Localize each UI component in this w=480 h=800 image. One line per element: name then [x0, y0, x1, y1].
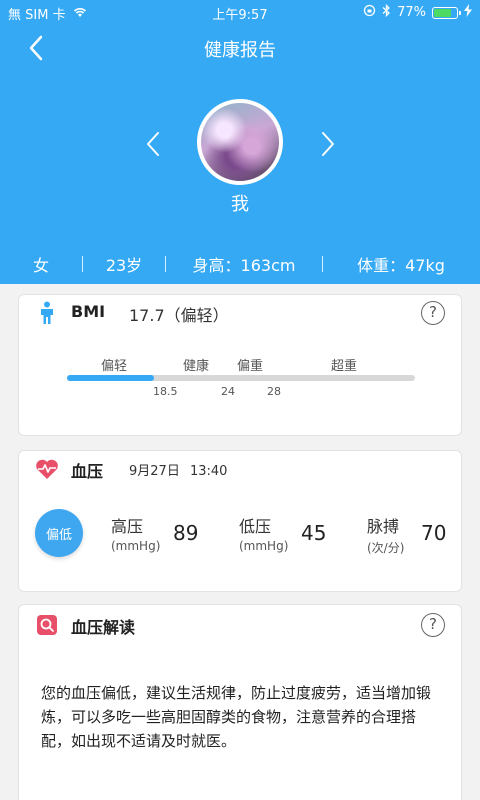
avatar[interactable]	[197, 99, 283, 185]
gender-stat: 女	[32, 256, 49, 275]
bmi-category: 超重	[331, 359, 358, 374]
diastolic-metric: 低压 (mmHg) 45	[239, 513, 326, 553]
user-stats: 女 23岁 身高：163cm 体重：47kg	[0, 247, 480, 281]
bmi-category: 偏轻	[101, 359, 128, 374]
systolic-label: 高压	[111, 517, 144, 536]
diastolic-value: 45	[301, 521, 327, 545]
next-member-button[interactable]	[313, 124, 343, 164]
person-icon	[35, 301, 59, 325]
bmi-value: 17.7（偏轻）	[129, 306, 229, 325]
weight-stat: 体重：47kg	[357, 256, 445, 275]
bp-time: 13:40	[189, 464, 228, 479]
pulse-unit: (次/分)	[367, 541, 405, 555]
interpretation-card: 血压解读 ? 您的血压偏低，建议生活规律，防止过度疲劳，适当增加锻炼，可以多吃一…	[18, 604, 462, 800]
user-name: 我	[231, 194, 249, 215]
bmi-card-header: BMI 17.7（偏轻） ?	[19, 295, 461, 329]
bmi-label: BMI	[71, 302, 106, 321]
bmi-threshold: 24	[221, 385, 235, 398]
bmi-category: 健康	[183, 359, 210, 374]
bmi-category: 偏重	[237, 359, 264, 374]
interpretation-title: 血压解读	[71, 618, 136, 637]
pulse-label: 脉搏	[367, 517, 400, 536]
bmi-help-button[interactable]: ?	[421, 301, 445, 325]
header: 無 SIM 卡 上午9:57 77% 健康报告 我 女 23岁 身高：163cm…	[0, 0, 480, 284]
bmi-scale-fill	[67, 375, 154, 381]
pulse-metric: 脉搏 (次/分) 70	[367, 513, 446, 556]
interpretation-text: 您的血压偏低，建议生活规律，防止过度疲劳，适当增加锻炼，可以多吃一些高胆固醇类的…	[41, 684, 432, 750]
diastolic-label: 低压	[239, 517, 272, 536]
bp-date: 9月27日	[129, 464, 180, 479]
bp-card-header: 血压 9月27日 13:40	[19, 451, 461, 485]
page-title: 健康报告	[204, 40, 276, 61]
charging-icon	[464, 4, 472, 21]
systolic-value: 89	[173, 521, 199, 545]
height-stat: 身高：163cm	[192, 256, 296, 275]
chevron-left-icon	[147, 132, 159, 156]
bmi-card: BMI 17.7（偏轻） ? 偏轻 健康 偏重 超重 18.5 24 28	[18, 294, 462, 436]
search-report-icon	[35, 613, 59, 637]
lock-rotation-icon	[363, 4, 376, 21]
blood-pressure-card[interactable]: 血压 9月27日 13:40 偏低 高压 (mmHg) 89 低压 (mmHg)…	[18, 450, 462, 592]
age-stat: 23岁	[105, 256, 143, 275]
bmi-threshold: 18.5	[153, 385, 178, 398]
battery-percent: 77%	[397, 5, 426, 20]
interpretation-help-button[interactable]: ?	[421, 613, 445, 637]
systolic-metric: 高压 (mmHg) 89	[111, 513, 198, 553]
bmi-scale-bar	[67, 375, 415, 381]
status-bar: 無 SIM 卡 上午9:57 77%	[0, 0, 480, 24]
systolic-unit: (mmHg)	[111, 539, 161, 553]
battery-icon	[432, 6, 461, 19]
interpretation-header: 血压解读 ?	[19, 607, 461, 641]
bmi-threshold: 28	[267, 385, 281, 398]
pulse-value: 70	[421, 521, 447, 545]
bp-title: 血压	[71, 462, 104, 481]
heart-pulse-icon	[35, 457, 59, 481]
bp-datetime: 9月27日 13:40	[129, 460, 227, 479]
prev-member-button[interactable]	[138, 124, 168, 164]
nav-bar: 健康报告	[0, 28, 480, 68]
bluetooth-icon	[382, 3, 391, 21]
diastolic-unit: (mmHg)	[239, 539, 289, 553]
bp-status-badge: 偏低	[35, 509, 83, 557]
profile-section: 我	[0, 96, 480, 226]
chevron-right-icon	[322, 132, 334, 156]
